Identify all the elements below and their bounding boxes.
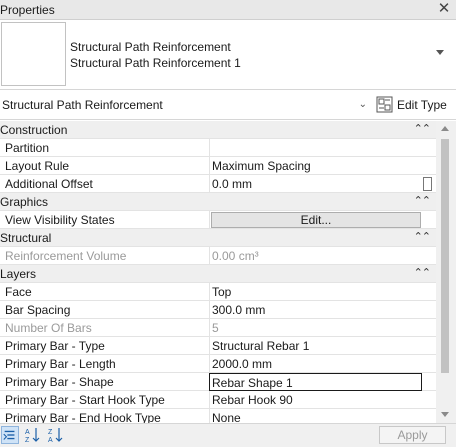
property-value[interactable]: Top [212, 285, 231, 299]
property-row-primary-bar-end-hook-type[interactable]: Primary Bar - End Hook Type None [0, 409, 436, 423]
property-row-layout-rule[interactable]: Layout Rule Maximum Spacing [0, 157, 436, 175]
property-row-number-of-bars: Number Of Bars 5 [0, 319, 436, 337]
category-label: Structural [0, 231, 52, 245]
property-value: Rebar Shape 1 [212, 376, 293, 390]
property-row-primary-bar-shape[interactable]: Primary Bar - Shape Rebar Shape 1 [0, 373, 436, 391]
property-value[interactable]: Rebar Hook 90 [212, 393, 293, 407]
property-row-primary-bar-start-hook-type[interactable]: Primary Bar - Start Hook Type Rebar Hook… [0, 391, 436, 409]
type-name: Structural Path Reinforcement 1 [70, 56, 241, 70]
property-value[interactable]: 2000.0 mm [212, 357, 272, 371]
type-preview-image [1, 22, 66, 86]
properties-footer: A Z Z A Apply [0, 423, 456, 447]
collapse-icon[interactable]: ⌃⌃ [414, 266, 431, 279]
categorized-view-icon[interactable] [1, 426, 19, 444]
property-row-bar-spacing[interactable]: Bar Spacing 300.0 mm [0, 301, 436, 319]
scroll-up-icon[interactable] [441, 126, 449, 131]
window-title: Properties [0, 3, 55, 17]
type-family-name: Structural Path Reinforcement [70, 40, 231, 54]
value-edit-handle[interactable] [423, 177, 432, 191]
property-name: Primary Bar - Shape [5, 375, 114, 389]
edit-type-label: Edit Type [397, 98, 447, 112]
scroll-down-icon[interactable] [441, 412, 449, 417]
edit-visibility-button[interactable]: Edit... [211, 212, 421, 228]
property-value[interactable]: Structural Rebar 1 [212, 339, 309, 353]
property-value: 0.00 cm³ [212, 249, 259, 263]
column-divider [209, 175, 210, 193]
svg-text:Z: Z [25, 437, 30, 444]
property-name: Layout Rule [5, 159, 70, 173]
collapse-icon[interactable]: ⌃⌃ [414, 194, 431, 207]
property-value[interactable]: Maximum Spacing [212, 159, 311, 173]
close-icon[interactable]: ✕ [436, 1, 452, 17]
category-graphics[interactable]: Graphics ⌃⌃ [0, 193, 436, 211]
property-name: Primary Bar - End Hook Type [5, 411, 161, 423]
property-value[interactable]: None [212, 411, 241, 423]
property-row-primary-bar-type[interactable]: Primary Bar - Type Structural Rebar 1 [0, 337, 436, 355]
property-row-face[interactable]: Face Top [0, 283, 436, 301]
type-selector[interactable]: Structural Path Reinforcement Structural… [0, 20, 456, 90]
vertical-scrollbar[interactable] [436, 121, 456, 423]
column-divider [209, 409, 210, 423]
property-value[interactable]: 300.0 mm [212, 303, 265, 317]
property-name: Face [5, 285, 32, 299]
chevron-down-icon: ⌄ [358, 99, 367, 110]
instance-filter-bar: Structural Path Reinforcement ⌄ Edit Typ… [0, 90, 456, 120]
property-value[interactable]: 0.0 mm [212, 177, 252, 191]
edit-type-button[interactable]: Edit Type [374, 95, 454, 115]
property-name: Partition [5, 141, 50, 155]
collapse-icon[interactable]: ⌃⌃ [414, 230, 431, 243]
category-structural[interactable]: Structural ⌃⌃ [0, 229, 436, 247]
property-row-reinforcement-volume: Reinforcement Volume 0.00 cm³ [0, 247, 436, 265]
category-label: Layers [0, 267, 37, 281]
column-divider [209, 211, 210, 229]
column-divider [209, 157, 210, 175]
category-label: Construction [0, 123, 68, 137]
column-divider [209, 301, 210, 319]
column-divider [209, 337, 210, 355]
property-name: Reinforcement Volume [5, 249, 127, 263]
column-divider [209, 391, 210, 409]
apply-button[interactable]: Apply [379, 426, 446, 444]
column-divider [209, 319, 210, 337]
properties-titlebar: Properties ✕ [0, 0, 456, 20]
property-name: Additional Offset [5, 177, 93, 191]
category-label: Graphics [0, 195, 49, 209]
property-name: Primary Bar - Length [5, 357, 116, 371]
column-divider [209, 247, 210, 265]
property-row-primary-bar-length[interactable]: Primary Bar - Length 2000.0 mm [0, 355, 436, 373]
column-divider [209, 139, 210, 157]
properties-grid: Construction ⌃⌃ Partition Layout Rule Ma… [0, 121, 436, 423]
chevron-down-icon[interactable] [436, 50, 444, 55]
category-construction[interactable]: Construction ⌃⌃ [0, 121, 436, 139]
sort-descending-icon[interactable]: Z A [47, 426, 65, 444]
primary-bar-shape-field[interactable]: Rebar Shape 1 [209, 373, 422, 391]
instance-filter-value: Structural Path Reinforcement [2, 98, 163, 112]
property-name: View Visibility States [5, 213, 115, 227]
instance-filter-dropdown[interactable]: Structural Path Reinforcement ⌄ [0, 95, 370, 115]
property-name: Number Of Bars [5, 321, 92, 335]
column-divider [209, 283, 210, 301]
svg-text:A: A [25, 429, 30, 436]
property-name: Primary Bar - Type [5, 339, 105, 353]
column-divider [209, 355, 210, 373]
svg-text:Z: Z [48, 429, 53, 436]
sort-ascending-icon[interactable]: A Z [24, 426, 42, 444]
category-layers[interactable]: Layers ⌃⌃ [0, 265, 436, 283]
property-row-additional-offset[interactable]: Additional Offset 0.0 mm [0, 175, 436, 193]
scrollbar-thumb[interactable] [441, 139, 449, 373]
property-name: Primary Bar - Start Hook Type [5, 393, 165, 407]
collapse-icon[interactable]: ⌃⌃ [414, 122, 431, 135]
property-row-view-visibility-states[interactable]: View Visibility States Edit... [0, 211, 436, 229]
property-name: Bar Spacing [5, 303, 71, 317]
edit-type-icon [376, 96, 393, 113]
property-value: 5 [212, 321, 219, 335]
property-row-partition[interactable]: Partition [0, 139, 436, 157]
svg-text:A: A [48, 437, 53, 444]
